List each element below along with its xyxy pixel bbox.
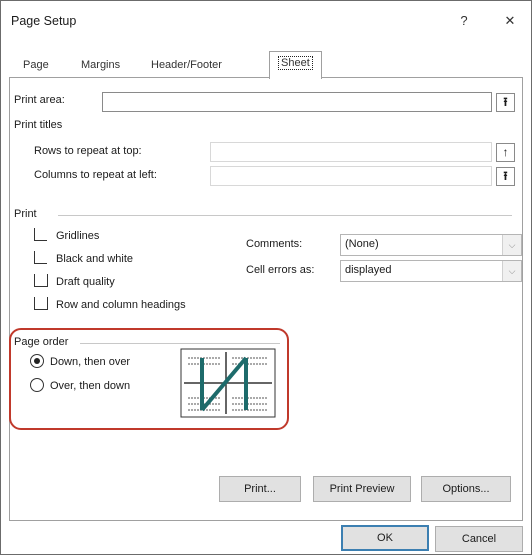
draft-quality-label: Draft quality: [56, 276, 115, 288]
black-white-checkbox[interactable]: [34, 251, 47, 264]
chevron-down-icon: ⌵: [502, 261, 521, 281]
cols-repeat-input[interactable]: [210, 166, 492, 186]
rows-repeat-picker-button[interactable]: ↑: [496, 143, 515, 162]
title-bar: Page Setup ? ✕: [1, 1, 531, 39]
page-setup-dialog: Page Setup ? ✕ Page Margins Header/Foote…: [0, 0, 532, 555]
row-col-headings-checkbox[interactable]: [34, 297, 48, 310]
cell-errors-value: displayed: [345, 264, 392, 276]
print-area-label: Print area:: [14, 94, 65, 106]
sheet-panel: Print area: ⭱ Print titles Rows to repea…: [9, 77, 523, 521]
options-button[interactable]: Options...: [421, 476, 511, 502]
collapse-dialog-icon: ⭱: [503, 169, 508, 183]
cols-repeat-label: Columns to repeat at left:: [34, 169, 157, 181]
cols-repeat-picker-button[interactable]: ⭱: [496, 167, 515, 186]
tab-header-footer[interactable]: Header/Footer: [151, 55, 222, 75]
gridlines-checkbox[interactable]: [34, 228, 47, 241]
print-group-header: Print: [14, 208, 37, 220]
comments-value: (None): [345, 238, 379, 250]
print-group-divider: [58, 215, 512, 216]
print-preview-button[interactable]: Print Preview: [313, 476, 411, 502]
black-white-label: Black and white: [56, 253, 134, 265]
print-area-picker-button[interactable]: ⭱: [496, 93, 515, 112]
cell-errors-select[interactable]: displayed ⌵: [340, 260, 522, 282]
print-titles-header: Print titles: [14, 119, 63, 131]
dialog-title: Page Setup: [11, 14, 77, 28]
tab-margins[interactable]: Margins: [81, 55, 120, 75]
cell-errors-label: Cell errors as:: [246, 264, 315, 276]
tab-sheet-label: Sheet: [278, 56, 313, 70]
comments-select[interactable]: (None) ⌵: [340, 234, 522, 256]
ok-button[interactable]: OK: [341, 525, 429, 551]
chevron-down-icon: ⌵: [502, 235, 521, 255]
collapse-dialog-icon: ↑: [502, 145, 509, 159]
tab-strip: Page Margins Header/Footer Sheet: [1, 51, 531, 79]
draft-quality-checkbox[interactable]: [34, 274, 48, 287]
page-order-highlight: [9, 328, 289, 430]
tab-sheet[interactable]: Sheet: [269, 51, 322, 79]
rows-repeat-label: Rows to repeat at top:: [34, 145, 142, 157]
cancel-button[interactable]: Cancel: [435, 526, 523, 552]
comments-label: Comments:: [246, 238, 303, 250]
rows-repeat-input[interactable]: [210, 142, 492, 162]
row-col-headings-label: Row and column headings: [56, 299, 186, 311]
tab-page[interactable]: Page: [23, 55, 49, 75]
print-button[interactable]: Print...: [219, 476, 301, 502]
gridlines-label: Gridlines: [56, 230, 100, 242]
help-button[interactable]: ?: [451, 10, 477, 32]
collapse-dialog-icon: ⭱: [503, 95, 508, 109]
print-area-input[interactable]: [102, 92, 492, 112]
close-button[interactable]: ✕: [497, 10, 523, 32]
